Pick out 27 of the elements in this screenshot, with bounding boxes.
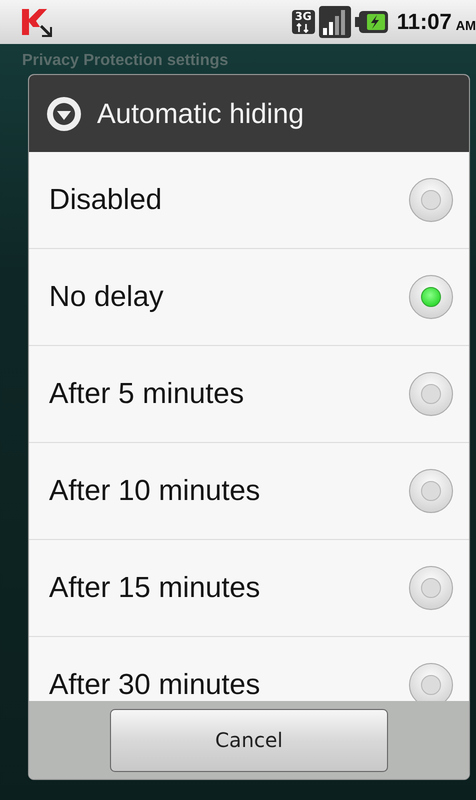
clock-meridiem: AM (456, 18, 476, 32)
radio-button[interactable] (409, 372, 453, 416)
signal-strength-icon (318, 6, 351, 38)
option-row[interactable]: Disabled (29, 152, 469, 249)
clock-time: 11:07 (396, 9, 452, 35)
option-row[interactable]: After 5 minutes (29, 346, 469, 443)
option-label: After 5 minutes (49, 378, 244, 410)
battery-charging-icon (354, 10, 389, 34)
radio-button[interactable] (409, 566, 453, 610)
dialog-title: Automatic hiding (97, 98, 304, 130)
radio-button[interactable] (409, 469, 453, 513)
option-row[interactable]: No delay (29, 249, 469, 346)
option-row[interactable]: After 10 minutes (29, 443, 469, 540)
option-label: After 30 minutes (49, 668, 260, 701)
option-label: No delay (49, 280, 164, 314)
cancel-button[interactable]: Cancel (110, 708, 388, 772)
option-label: After 10 minutes (49, 474, 260, 508)
radio-button[interactable] (409, 275, 453, 319)
option-label: Disabled (49, 184, 162, 216)
screen-title: Privacy Protection settings (21, 51, 230, 71)
radio-button[interactable] (409, 663, 453, 701)
radio-button[interactable] (409, 178, 453, 222)
network-type-icon: 3G (292, 10, 315, 34)
option-label: After 15 minutes (49, 572, 260, 604)
app-logo-icon (20, 7, 54, 37)
dropdown-circle-icon (45, 94, 83, 132)
option-row[interactable]: After 15 minutes (29, 540, 469, 637)
